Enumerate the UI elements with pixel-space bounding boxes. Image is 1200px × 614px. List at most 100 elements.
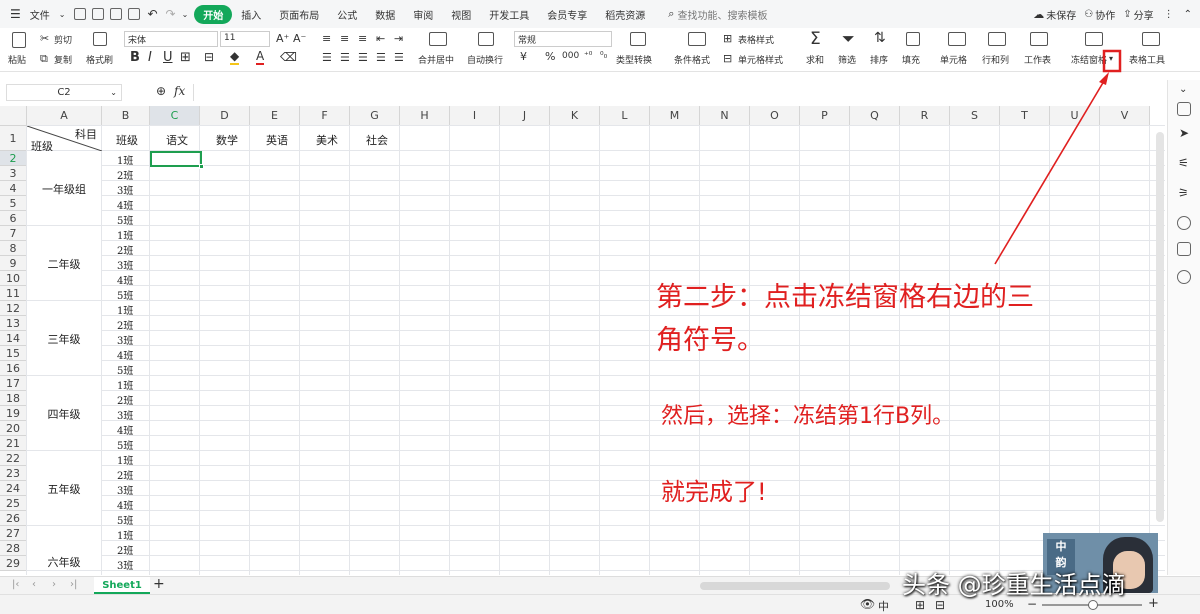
column-header-B[interactable]: B: [102, 106, 150, 126]
merge-center-button[interactable]: 合并居中: [418, 53, 454, 66]
sort-icon[interactable]: ⇅: [874, 30, 886, 46]
cell-icon[interactable]: [948, 32, 966, 46]
vertical-scrollbar[interactable]: [1156, 132, 1164, 522]
select-all-corner[interactable]: [0, 106, 27, 126]
column-header-D[interactable]: D: [200, 106, 250, 126]
row-header-17[interactable]: 17: [0, 376, 27, 391]
class-cell[interactable]: 4班: [117, 497, 133, 512]
zoom-slider-handle[interactable]: [1088, 600, 1098, 610]
spreadsheet-grid[interactable]: ABCDEFGHIJKLMNOPQRSTUV 1 2 3 4 5 6 7 8 9 10 11 12 13…: [0, 106, 1165, 575]
row-header-21[interactable]: 21: [0, 436, 27, 451]
normal-view-icon[interactable]: ⊞: [915, 598, 925, 612]
row-header-6[interactable]: 6: [0, 211, 27, 226]
class-cell[interactable]: 1班: [117, 227, 133, 242]
collab-icon[interactable]: ⚇: [1084, 9, 1093, 20]
class-cell[interactable]: 3班: [117, 482, 133, 497]
class-cell[interactable]: 3班: [117, 557, 133, 572]
table-tools-button[interactable]: 表格工具: [1129, 53, 1165, 66]
thousands-icon[interactable]: 000: [562, 51, 579, 61]
class-cell[interactable]: 4班: [117, 197, 133, 212]
class-cell[interactable]: 1班: [117, 377, 133, 392]
header-cell-E[interactable]: 英语: [266, 132, 288, 148]
column-header-E[interactable]: E: [250, 106, 300, 126]
print-icon[interactable]: [110, 8, 123, 20]
table-style-icon[interactable]: ⊞: [723, 32, 732, 45]
class-cell[interactable]: 3班: [117, 257, 133, 272]
merge-center-icon[interactable]: [429, 32, 447, 46]
class-cell[interactable]: 2班: [117, 542, 133, 557]
merged-group-cell[interactable]: 一年级组: [27, 151, 102, 226]
class-cell[interactable]: 5班: [117, 512, 133, 527]
wrap-text-button[interactable]: 自动换行: [467, 53, 503, 66]
cloud-icon[interactable]: ☁: [1033, 8, 1044, 21]
header-cell-B[interactable]: 班级: [116, 132, 138, 148]
fill-button[interactable]: 填充: [902, 53, 920, 66]
worksheet-icon[interactable]: [1030, 32, 1048, 46]
fill-icon[interactable]: [906, 32, 920, 46]
row-header-15[interactable]: 15: [0, 346, 27, 361]
align-top-icon[interactable]: ≡: [322, 32, 331, 45]
freeze-panes-button[interactable]: 冻结窗格: [1071, 53, 1107, 66]
align-left-icon[interactable]: ☰: [322, 51, 332, 64]
decrease-font-icon[interactable]: A⁻: [293, 32, 306, 45]
selected-cell-c2[interactable]: [150, 151, 202, 167]
share-button[interactable]: 分享: [1134, 7, 1154, 22]
cut-button[interactable]: 剪切: [54, 33, 72, 46]
column-header-A[interactable]: A: [27, 106, 102, 126]
row-header-25[interactable]: 25: [0, 496, 27, 511]
column-header-S[interactable]: S: [950, 106, 1000, 126]
class-cell[interactable]: 5班: [117, 362, 133, 377]
justify-icon[interactable]: ☰: [376, 51, 386, 64]
filter-button[interactable]: 筛选: [838, 53, 856, 66]
chevron-down-icon[interactable]: ⌄: [110, 85, 117, 100]
header-cell-G[interactable]: 社会: [366, 132, 388, 148]
prev-sheet-icon[interactable]: ‹: [32, 579, 36, 590]
class-cell[interactable]: 3班: [117, 182, 133, 197]
class-cell[interactable]: 4班: [117, 347, 133, 362]
italic-icon[interactable]: I: [148, 50, 152, 65]
adjust-icon[interactable]: ⚞: [1178, 186, 1189, 200]
search-icon[interactable]: ⌕: [668, 7, 674, 21]
type-convert-button[interactable]: 类型转换: [616, 53, 652, 66]
print-preview-icon[interactable]: [128, 8, 141, 20]
row-header-26[interactable]: 26: [0, 511, 27, 526]
row-header-10[interactable]: 10: [0, 271, 27, 286]
row-header-8[interactable]: 8: [0, 241, 27, 256]
zoom-level[interactable]: 100%: [985, 599, 1014, 610]
class-cell[interactable]: 3班: [117, 332, 133, 347]
collapse-panel-icon[interactable]: ⌄: [1179, 84, 1187, 95]
cell-button[interactable]: 单元格: [940, 53, 967, 66]
row-col-icon[interactable]: [988, 32, 1006, 46]
last-sheet-icon[interactable]: ›|: [70, 579, 77, 590]
merged-group-cell[interactable]: 六年级: [27, 526, 102, 571]
font-color-icon[interactable]: A: [256, 49, 265, 65]
column-header-U[interactable]: U: [1050, 106, 1100, 126]
row-header-13[interactable]: 13: [0, 316, 27, 331]
row-header-27[interactable]: 27: [0, 526, 27, 541]
zoom-in-icon[interactable]: +: [1148, 596, 1159, 611]
class-cell[interactable]: 1班: [117, 452, 133, 467]
redo-icon[interactable]: ↷: [166, 7, 176, 21]
column-header-I[interactable]: I: [450, 106, 500, 126]
row-header-29[interactable]: 29: [0, 556, 27, 571]
name-box[interactable]: C2 ⌄: [6, 84, 122, 101]
row-header-4[interactable]: 4: [0, 181, 27, 196]
paste-icon[interactable]: [12, 32, 26, 48]
column-header-G[interactable]: G: [350, 106, 400, 126]
class-cell[interactable]: 2班: [117, 167, 133, 182]
indent-right-icon[interactable]: ⇥: [394, 32, 403, 45]
class-cell[interactable]: 5班: [117, 287, 133, 302]
menu-tab-3[interactable]: 公式: [328, 7, 366, 22]
row-header-19[interactable]: 19: [0, 406, 27, 421]
fx-icon[interactable]: fx: [174, 84, 185, 98]
class-cell[interactable]: 4班: [117, 272, 133, 287]
class-cell[interactable]: 3班: [117, 407, 133, 422]
cell-style-button[interactable]: 单元格样式: [738, 53, 783, 66]
next-sheet-icon[interactable]: ›: [52, 579, 56, 590]
conditional-icon[interactable]: ⊟: [204, 50, 214, 64]
row-header-20[interactable]: 20: [0, 421, 27, 436]
more-icon[interactable]: ⌄: [182, 10, 189, 19]
add-sheet-icon[interactable]: +: [153, 576, 165, 592]
column-header-R[interactable]: R: [900, 106, 950, 126]
export-icon[interactable]: [92, 8, 105, 20]
